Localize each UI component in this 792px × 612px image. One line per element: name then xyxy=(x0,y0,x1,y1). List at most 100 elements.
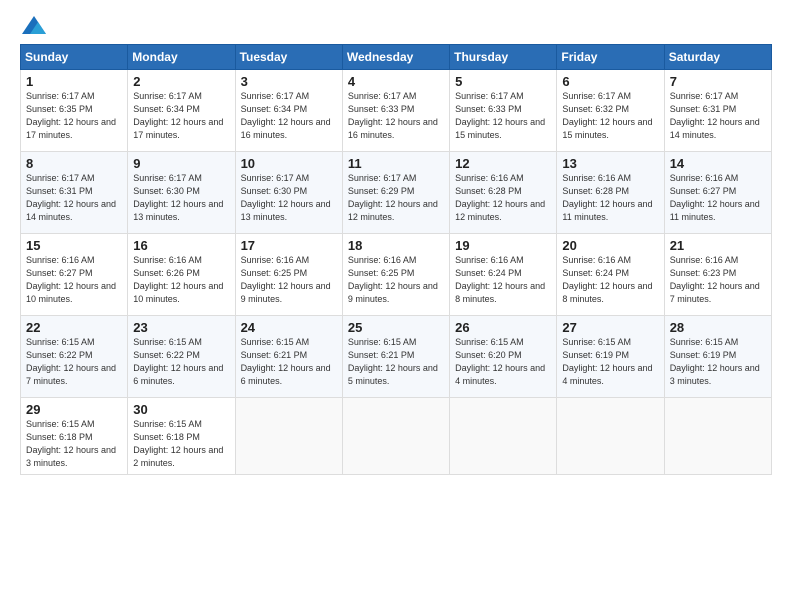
day-info: Sunrise: 6:15 AM Sunset: 6:21 PM Dayligh… xyxy=(241,336,337,388)
day-number: 17 xyxy=(241,238,337,253)
day-number: 28 xyxy=(670,320,766,335)
day-info: Sunrise: 6:16 AM Sunset: 6:27 PM Dayligh… xyxy=(670,172,766,224)
day-number: 15 xyxy=(26,238,122,253)
day-number: 18 xyxy=(348,238,444,253)
calendar-cell xyxy=(450,398,557,475)
day-info: Sunrise: 6:17 AM Sunset: 6:30 PM Dayligh… xyxy=(133,172,229,224)
day-number: 5 xyxy=(455,74,551,89)
calendar-week-4: 22 Sunrise: 6:15 AM Sunset: 6:22 PM Dayl… xyxy=(21,316,772,398)
calendar-cell: 15 Sunrise: 6:16 AM Sunset: 6:27 PM Dayl… xyxy=(21,234,128,316)
day-info: Sunrise: 6:15 AM Sunset: 6:18 PM Dayligh… xyxy=(26,418,122,470)
day-number: 29 xyxy=(26,402,122,417)
day-info: Sunrise: 6:16 AM Sunset: 6:24 PM Dayligh… xyxy=(455,254,551,306)
calendar-cell: 8 Sunrise: 6:17 AM Sunset: 6:31 PM Dayli… xyxy=(21,152,128,234)
day-number: 24 xyxy=(241,320,337,335)
weekday-header-monday: Monday xyxy=(128,45,235,70)
logo-text xyxy=(20,16,46,34)
day-number: 19 xyxy=(455,238,551,253)
day-info: Sunrise: 6:16 AM Sunset: 6:26 PM Dayligh… xyxy=(133,254,229,306)
calendar-cell: 19 Sunrise: 6:16 AM Sunset: 6:24 PM Dayl… xyxy=(450,234,557,316)
calendar-cell: 30 Sunrise: 6:15 AM Sunset: 6:18 PM Dayl… xyxy=(128,398,235,475)
day-number: 30 xyxy=(133,402,229,417)
day-info: Sunrise: 6:17 AM Sunset: 6:31 PM Dayligh… xyxy=(26,172,122,224)
weekday-header-saturday: Saturday xyxy=(664,45,771,70)
day-number: 8 xyxy=(26,156,122,171)
day-number: 12 xyxy=(455,156,551,171)
calendar-cell: 10 Sunrise: 6:17 AM Sunset: 6:30 PM Dayl… xyxy=(235,152,342,234)
weekday-header-sunday: Sunday xyxy=(21,45,128,70)
page: SundayMondayTuesdayWednesdayThursdayFrid… xyxy=(0,0,792,612)
day-info: Sunrise: 6:17 AM Sunset: 6:34 PM Dayligh… xyxy=(241,90,337,142)
day-number: 9 xyxy=(133,156,229,171)
calendar-cell: 26 Sunrise: 6:15 AM Sunset: 6:20 PM Dayl… xyxy=(450,316,557,398)
day-info: Sunrise: 6:15 AM Sunset: 6:22 PM Dayligh… xyxy=(133,336,229,388)
day-info: Sunrise: 6:17 AM Sunset: 6:29 PM Dayligh… xyxy=(348,172,444,224)
calendar-cell: 4 Sunrise: 6:17 AM Sunset: 6:33 PM Dayli… xyxy=(342,70,449,152)
day-number: 4 xyxy=(348,74,444,89)
header xyxy=(20,16,772,34)
day-number: 23 xyxy=(133,320,229,335)
calendar-cell: 2 Sunrise: 6:17 AM Sunset: 6:34 PM Dayli… xyxy=(128,70,235,152)
day-info: Sunrise: 6:15 AM Sunset: 6:18 PM Dayligh… xyxy=(133,418,229,470)
calendar-week-2: 8 Sunrise: 6:17 AM Sunset: 6:31 PM Dayli… xyxy=(21,152,772,234)
calendar-week-5: 29 Sunrise: 6:15 AM Sunset: 6:18 PM Dayl… xyxy=(21,398,772,475)
day-number: 1 xyxy=(26,74,122,89)
calendar: SundayMondayTuesdayWednesdayThursdayFrid… xyxy=(20,44,772,475)
day-number: 25 xyxy=(348,320,444,335)
day-number: 26 xyxy=(455,320,551,335)
calendar-cell: 23 Sunrise: 6:15 AM Sunset: 6:22 PM Dayl… xyxy=(128,316,235,398)
weekday-header-tuesday: Tuesday xyxy=(235,45,342,70)
day-info: Sunrise: 6:17 AM Sunset: 6:34 PM Dayligh… xyxy=(133,90,229,142)
calendar-cell: 7 Sunrise: 6:17 AM Sunset: 6:31 PM Dayli… xyxy=(664,70,771,152)
calendar-cell: 28 Sunrise: 6:15 AM Sunset: 6:19 PM Dayl… xyxy=(664,316,771,398)
calendar-cell xyxy=(557,398,664,475)
day-info: Sunrise: 6:17 AM Sunset: 6:35 PM Dayligh… xyxy=(26,90,122,142)
day-info: Sunrise: 6:15 AM Sunset: 6:22 PM Dayligh… xyxy=(26,336,122,388)
calendar-header-row: SundayMondayTuesdayWednesdayThursdayFrid… xyxy=(21,45,772,70)
calendar-cell: 1 Sunrise: 6:17 AM Sunset: 6:35 PM Dayli… xyxy=(21,70,128,152)
day-number: 2 xyxy=(133,74,229,89)
calendar-cell xyxy=(342,398,449,475)
day-info: Sunrise: 6:17 AM Sunset: 6:33 PM Dayligh… xyxy=(348,90,444,142)
calendar-cell: 5 Sunrise: 6:17 AM Sunset: 6:33 PM Dayli… xyxy=(450,70,557,152)
day-info: Sunrise: 6:16 AM Sunset: 6:25 PM Dayligh… xyxy=(348,254,444,306)
calendar-cell: 27 Sunrise: 6:15 AM Sunset: 6:19 PM Dayl… xyxy=(557,316,664,398)
day-number: 10 xyxy=(241,156,337,171)
weekday-header-wednesday: Wednesday xyxy=(342,45,449,70)
day-info: Sunrise: 6:15 AM Sunset: 6:19 PM Dayligh… xyxy=(670,336,766,388)
day-info: Sunrise: 6:15 AM Sunset: 6:21 PM Dayligh… xyxy=(348,336,444,388)
calendar-cell: 17 Sunrise: 6:16 AM Sunset: 6:25 PM Dayl… xyxy=(235,234,342,316)
calendar-cell: 9 Sunrise: 6:17 AM Sunset: 6:30 PM Dayli… xyxy=(128,152,235,234)
day-number: 21 xyxy=(670,238,766,253)
calendar-cell: 14 Sunrise: 6:16 AM Sunset: 6:27 PM Dayl… xyxy=(664,152,771,234)
day-number: 20 xyxy=(562,238,658,253)
day-info: Sunrise: 6:16 AM Sunset: 6:28 PM Dayligh… xyxy=(562,172,658,224)
day-info: Sunrise: 6:15 AM Sunset: 6:20 PM Dayligh… xyxy=(455,336,551,388)
calendar-cell: 11 Sunrise: 6:17 AM Sunset: 6:29 PM Dayl… xyxy=(342,152,449,234)
calendar-cell: 12 Sunrise: 6:16 AM Sunset: 6:28 PM Dayl… xyxy=(450,152,557,234)
calendar-cell: 18 Sunrise: 6:16 AM Sunset: 6:25 PM Dayl… xyxy=(342,234,449,316)
day-info: Sunrise: 6:17 AM Sunset: 6:31 PM Dayligh… xyxy=(670,90,766,142)
day-number: 6 xyxy=(562,74,658,89)
calendar-cell: 29 Sunrise: 6:15 AM Sunset: 6:18 PM Dayl… xyxy=(21,398,128,475)
day-number: 11 xyxy=(348,156,444,171)
calendar-cell: 22 Sunrise: 6:15 AM Sunset: 6:22 PM Dayl… xyxy=(21,316,128,398)
calendar-cell xyxy=(235,398,342,475)
calendar-week-1: 1 Sunrise: 6:17 AM Sunset: 6:35 PM Dayli… xyxy=(21,70,772,152)
calendar-cell: 25 Sunrise: 6:15 AM Sunset: 6:21 PM Dayl… xyxy=(342,316,449,398)
logo xyxy=(20,16,46,34)
calendar-cell: 6 Sunrise: 6:17 AM Sunset: 6:32 PM Dayli… xyxy=(557,70,664,152)
day-number: 14 xyxy=(670,156,766,171)
day-number: 3 xyxy=(241,74,337,89)
calendar-cell: 21 Sunrise: 6:16 AM Sunset: 6:23 PM Dayl… xyxy=(664,234,771,316)
calendar-week-3: 15 Sunrise: 6:16 AM Sunset: 6:27 PM Dayl… xyxy=(21,234,772,316)
calendar-cell: 13 Sunrise: 6:16 AM Sunset: 6:28 PM Dayl… xyxy=(557,152,664,234)
day-info: Sunrise: 6:16 AM Sunset: 6:24 PM Dayligh… xyxy=(562,254,658,306)
day-number: 27 xyxy=(562,320,658,335)
day-info: Sunrise: 6:17 AM Sunset: 6:32 PM Dayligh… xyxy=(562,90,658,142)
day-number: 13 xyxy=(562,156,658,171)
day-info: Sunrise: 6:16 AM Sunset: 6:28 PM Dayligh… xyxy=(455,172,551,224)
day-info: Sunrise: 6:17 AM Sunset: 6:30 PM Dayligh… xyxy=(241,172,337,224)
day-info: Sunrise: 6:16 AM Sunset: 6:27 PM Dayligh… xyxy=(26,254,122,306)
calendar-cell: 3 Sunrise: 6:17 AM Sunset: 6:34 PM Dayli… xyxy=(235,70,342,152)
